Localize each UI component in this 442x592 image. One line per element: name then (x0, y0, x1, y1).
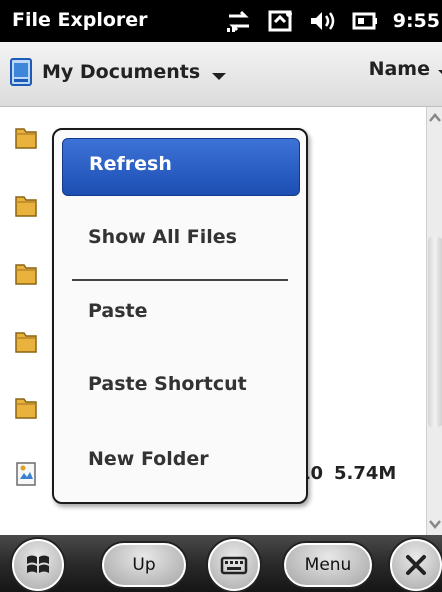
status-area[interactable]: 9:55 (225, 6, 442, 36)
clock: 9:55 (392, 10, 440, 32)
folder-icon (15, 264, 37, 285)
folder-icon (15, 128, 37, 149)
keyboard-button[interactable] (208, 539, 260, 591)
scroll-thumb[interactable] (428, 237, 442, 427)
app-title: File Explorer (12, 9, 148, 31)
current-folder: My Documents (42, 61, 201, 83)
scroll-up-arrow-icon[interactable] (427, 107, 442, 129)
folder-dropdown[interactable]: My Documents (10, 58, 227, 86)
vertical-scrollbar[interactable] (426, 107, 442, 535)
menu-item-paste[interactable]: Paste (62, 286, 298, 342)
document-icon (10, 58, 32, 86)
menu-item-label: Paste Shortcut (88, 373, 247, 395)
menu-separator (72, 279, 288, 281)
menu-item-label: New Folder (88, 448, 209, 470)
header-bar: My Documents Name (0, 42, 442, 107)
sync-icon (226, 10, 249, 32)
menu-item-refresh[interactable]: Refresh (62, 138, 300, 196)
menu-item-label: Show All Files (88, 226, 237, 248)
menu-button[interactable]: Menu (284, 543, 372, 587)
windows-flag-icon (27, 555, 49, 573)
bottom-bar: Up Menu (0, 535, 442, 592)
menu-item-label: Refresh (89, 153, 172, 175)
battery-icon (352, 12, 377, 30)
folder-icon (15, 196, 37, 217)
start-button[interactable] (12, 539, 64, 591)
chevron-down-icon (438, 70, 442, 74)
connection-icon (268, 10, 292, 32)
menu-item-new-folder[interactable]: New Folder (62, 434, 298, 490)
menu-item-label: Paste (88, 300, 148, 322)
close-button[interactable] (390, 539, 442, 591)
up-button[interactable]: Up (102, 543, 186, 587)
image-file-icon (16, 462, 36, 486)
chevron-down-icon (212, 73, 227, 80)
keyboard-icon (220, 556, 248, 575)
sort-field: Name (368, 58, 430, 80)
title-bar: File Explorer 9:55 (0, 0, 442, 42)
folder-icon (15, 398, 37, 419)
close-icon (406, 555, 426, 575)
menu-item-show-all-files[interactable]: Show All Files (62, 212, 298, 268)
file-size: 5.74M (334, 463, 397, 484)
sort-dropdown[interactable]: Name (369, 58, 442, 80)
scroll-down-arrow-icon[interactable] (427, 513, 442, 535)
folder-icon (15, 332, 37, 353)
context-menu: Refresh Show All Files Paste Paste Short… (52, 128, 308, 504)
menu-item-paste-shortcut[interactable]: Paste Shortcut (62, 359, 298, 415)
volume-icon (310, 12, 334, 30)
